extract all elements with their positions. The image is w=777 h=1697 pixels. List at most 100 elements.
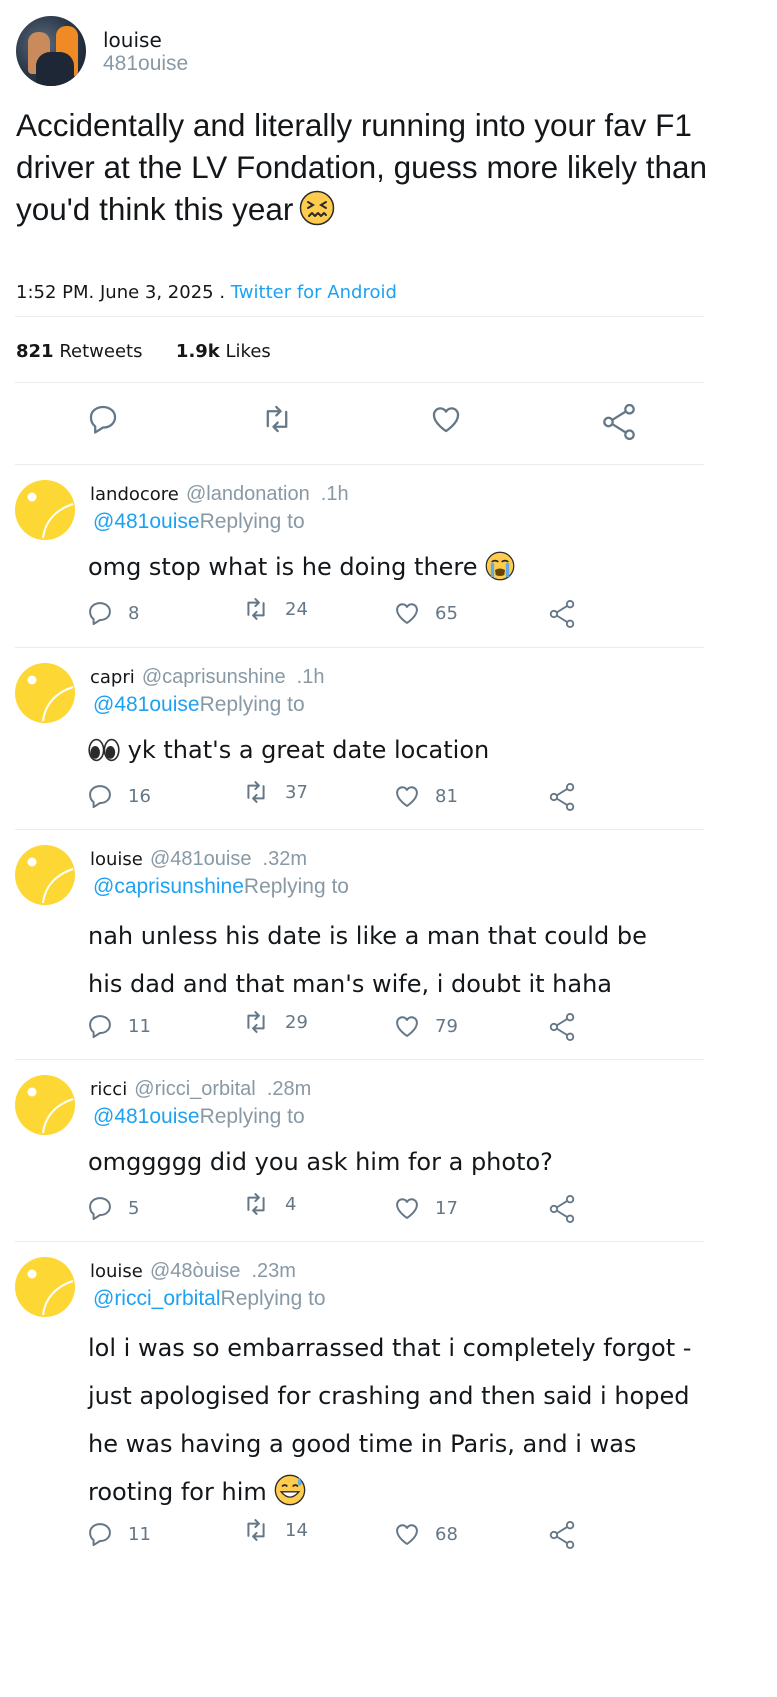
like-count: 81 — [435, 785, 458, 807]
replying-to-label: Replying to — [199, 1105, 305, 1128]
reply-item[interactable]: louise @48òuise .23m @ricci_orbitalReply… — [0, 1242, 777, 1697]
reply-text: nah unless his date is like a man that c… — [88, 912, 688, 1008]
likes-label[interactable]: Likes — [226, 341, 271, 362]
reply-item[interactable]: capri @caprisunshine .1h @481ouiseReplyi… — [0, 648, 777, 829]
tweet-source-link[interactable]: Twitter for Android — [231, 282, 397, 303]
like-count: 79 — [435, 1015, 458, 1037]
reply-count-button[interactable]: 8 — [86, 599, 139, 627]
like-count-button[interactable]: 65 — [393, 599, 458, 627]
reply-text-body: yk that's a great date location — [127, 736, 490, 764]
retweet-count-button[interactable]: 37 — [241, 778, 308, 806]
author-display-name[interactable]: louise — [103, 28, 188, 52]
share-button[interactable] — [548, 782, 576, 812]
share-icon — [548, 1194, 576, 1224]
share-button[interactable] — [548, 599, 576, 629]
author-handle[interactable]: 481ouise — [103, 52, 188, 76]
reply-header: louise @48òuise .23m — [90, 1260, 296, 1283]
share-button[interactable] — [548, 1012, 576, 1042]
reply-item[interactable]: louise @481ouise .32m @caprisunshineRepl… — [0, 830, 777, 1059]
like-count-button[interactable]: 17 — [393, 1194, 458, 1222]
like-count-button[interactable]: 79 — [393, 1012, 458, 1040]
tweet-timestamp: 1:52 PM. June 3, 2025 . — [16, 282, 226, 303]
reply-author-name[interactable]: louise — [90, 1261, 143, 1282]
replying-to: @481ouiseReplying to — [93, 510, 305, 534]
confounded-face-emoji — [299, 190, 335, 236]
reply-author-handle[interactable]: @481ouise — [150, 848, 251, 870]
reply-count-button[interactable]: 5 — [86, 1194, 139, 1222]
reply-author-name[interactable]: ricci — [90, 1079, 127, 1100]
like-count-button[interactable]: 81 — [393, 782, 458, 810]
replying-to-handle[interactable]: @481ouise — [93, 1105, 200, 1128]
tweet-text: Accidentally and literally running into … — [16, 104, 716, 236]
reply-text-body: omggggg did you ask him for a photo? — [88, 1148, 553, 1176]
like-icon — [393, 1520, 421, 1548]
divider — [15, 316, 704, 317]
share-button[interactable] — [548, 1520, 576, 1550]
default-avatar-icon[interactable] — [15, 663, 75, 723]
share-icon[interactable] — [601, 402, 637, 442]
retweet-count-button[interactable]: 4 — [241, 1190, 296, 1218]
tweet-action-bar — [0, 402, 777, 444]
retweet-count-button[interactable]: 24 — [241, 595, 308, 623]
default-avatar-icon[interactable] — [15, 845, 75, 905]
author-names: louise 481ouise — [103, 28, 188, 76]
reply-author-handle[interactable]: @landonation — [186, 483, 310, 505]
retweet-icon — [241, 1008, 271, 1036]
reply-author-name[interactable]: capri — [90, 667, 135, 688]
reply-action-bar: 5 4 17 — [0, 1193, 777, 1230]
reply-item[interactable]: ricci @ricci_orbital .28m @481ouiseReply… — [0, 1060, 777, 1241]
replying-to-handle[interactable]: @ricci_orbital — [93, 1287, 221, 1310]
share-icon — [548, 1520, 576, 1550]
replying-to: @481ouiseReplying to — [93, 693, 305, 717]
retweet-count: 24 — [285, 598, 308, 620]
replying-to-handle[interactable]: @481ouise — [93, 510, 200, 533]
like-icon — [393, 782, 421, 810]
share-button[interactable] — [548, 1194, 576, 1224]
reply-text: omg stop what is he doing there — [88, 547, 688, 593]
reply-count-button[interactable]: 11 — [86, 1012, 151, 1040]
reply-count: 16 — [128, 785, 151, 807]
retweet-icon[interactable] — [259, 402, 295, 436]
tweet-body: Accidentally and literally running into … — [16, 107, 708, 227]
reply-time: .1h — [296, 666, 325, 688]
likes-count[interactable]: 1.9k — [176, 341, 220, 362]
retweets-label[interactable]: Retweets — [59, 341, 142, 362]
retweets-count[interactable]: 821 — [16, 341, 54, 362]
reply-text-body: nah unless his date is like a man that c… — [88, 922, 647, 998]
reply-time: .32m — [262, 848, 308, 870]
reply-count-button[interactable]: 11 — [86, 1520, 151, 1548]
share-icon — [548, 1012, 576, 1042]
retweet-count: 29 — [285, 1011, 308, 1033]
default-avatar-icon[interactable] — [15, 1257, 75, 1317]
reply-text: lol i was so embarrassed that i complete… — [88, 1324, 698, 1522]
default-avatar-icon[interactable] — [15, 480, 75, 540]
like-count: 65 — [435, 602, 458, 624]
reply-time: .28m — [266, 1078, 312, 1100]
reply-author-handle[interactable]: @48òuise — [150, 1260, 240, 1282]
reply-author-name[interactable]: louise — [90, 849, 143, 870]
retweet-count: 37 — [285, 781, 308, 803]
retweet-count-button[interactable]: 14 — [241, 1516, 308, 1544]
reply-icon[interactable] — [86, 402, 120, 436]
reply-count: 11 — [128, 1523, 151, 1545]
retweet-count-button[interactable]: 29 — [241, 1008, 308, 1036]
replying-to-handle[interactable]: @caprisunshine — [93, 875, 244, 898]
retweet-count: 4 — [285, 1193, 297, 1215]
eyes-emoji — [88, 736, 120, 776]
replying-to-handle[interactable]: @481ouise — [93, 693, 200, 716]
reply-count-button[interactable]: 16 — [86, 782, 151, 810]
avatar[interactable] — [16, 16, 86, 86]
like-icon — [393, 1194, 421, 1222]
like-count-button[interactable]: 68 — [393, 1520, 458, 1548]
share-icon — [548, 599, 576, 629]
grinning-face-with-sweat-emoji — [274, 1474, 306, 1522]
tweet-stats: 821 Retweets 1.9k Likes — [16, 341, 271, 362]
reply-item[interactable]: landocore @landonation .1h @481ouiseRepl… — [0, 465, 777, 647]
reply-author-handle[interactable]: @ricci_orbital — [134, 1078, 255, 1100]
reply-author-handle[interactable]: @caprisunshine — [142, 666, 286, 688]
reply-action-bar: 11 14 68 — [0, 1519, 777, 1556]
default-avatar-icon[interactable] — [15, 1075, 75, 1135]
reply-author-name[interactable]: landocore — [90, 484, 179, 505]
like-icon[interactable] — [429, 402, 463, 436]
reply-time: .1h — [320, 483, 349, 505]
